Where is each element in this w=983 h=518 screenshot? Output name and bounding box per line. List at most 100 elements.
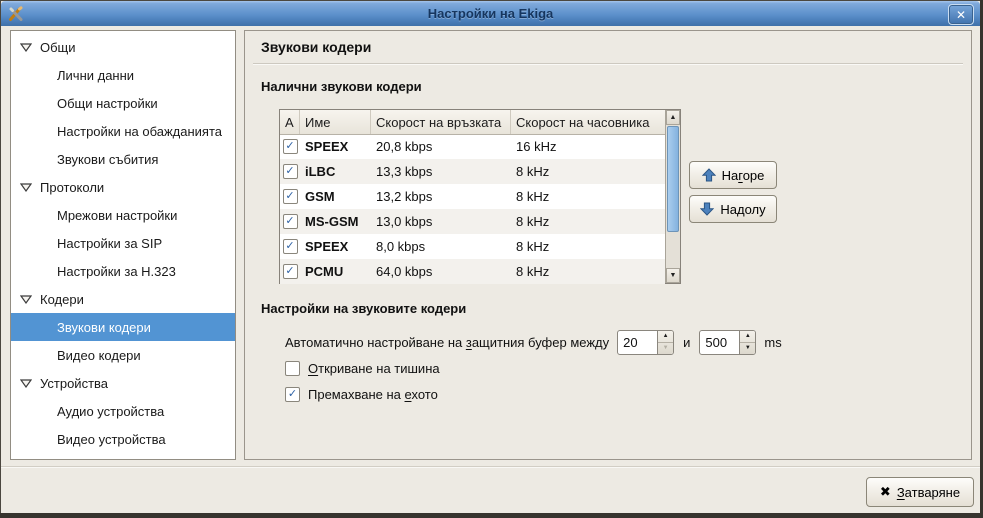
codec-row[interactable]: GSM 13,2 kbps 8 kHz (280, 184, 665, 209)
sidebar-item-call-options[interactable]: Настройки на обажданията (11, 117, 235, 145)
column-header-active[interactable]: A (280, 110, 300, 134)
sidebar-item-label: Общи (40, 40, 76, 55)
codec-row[interactable]: SPEEX 8,0 kbps 8 kHz (280, 234, 665, 259)
down-arrow-icon (700, 202, 714, 216)
sidebar-item-label: Настройки за SIP (57, 236, 162, 251)
codec-row[interactable]: iLBC 13,3 kbps 8 kHz (280, 159, 665, 184)
scrollbar-down-icon[interactable]: ▼ (666, 268, 680, 283)
codec-row[interactable]: MS-GSM 13,0 kbps 8 kHz (280, 209, 665, 234)
column-header-bitrate[interactable]: Скорост на връзката (371, 110, 511, 134)
move-up-label: Нагоре (722, 168, 765, 183)
jitter-min-input[interactable] (618, 331, 657, 354)
sidebar-item-label: Звукови събития (57, 152, 158, 167)
move-down-label: Надолу (720, 202, 765, 217)
jitter-max-spinbox[interactable]: ▲▼ (699, 330, 756, 355)
sidebar-item-devices[interactable]: Устройства (11, 369, 235, 397)
page-title: Звукови кодери (261, 39, 371, 55)
sidebar-item-label: Настройки на обажданията (57, 124, 222, 139)
jitter-max-input[interactable] (700, 331, 739, 354)
sidebar-item-general-settings[interactable]: Общи настройки (11, 89, 235, 117)
spin-down-icon[interactable]: ▼ (740, 342, 755, 354)
silence-detection-checkbox[interactable] (285, 361, 300, 376)
sidebar-item-sip-settings[interactable]: Настройки за SIP (11, 229, 235, 257)
sidebar-item-video-codecs[interactable]: Видео кодери (11, 341, 235, 369)
close-dialog-button[interactable]: ✖ Затваряне (866, 477, 974, 507)
codec-bitrate: 13,0 kbps (371, 214, 511, 229)
sidebar-item-label: Мрежови настройки (57, 208, 177, 223)
sidebar-item-audio-codecs[interactable]: Звукови кодери (11, 313, 235, 341)
sidebar-item-protocols[interactable]: Протоколи (11, 173, 235, 201)
scrollbar-thumb[interactable] (667, 126, 679, 232)
sidebar-item-label: Общи настройки (57, 96, 158, 111)
sidebar-item-h323-settings[interactable]: Настройки за H.323 (11, 257, 235, 285)
sidebar-item-video-devices[interactable]: Видео устройства (11, 425, 235, 453)
echo-cancellation-checkbox[interactable] (285, 387, 300, 402)
expander-down-icon[interactable] (20, 379, 32, 388)
sidebar-item-personal-data[interactable]: Лични данни (11, 61, 235, 89)
codec-name: iLBC (300, 164, 371, 179)
codec-name: GSM (300, 189, 371, 204)
spin-up-icon[interactable]: ▲ (658, 331, 673, 342)
codec-clock: 8 kHz (511, 189, 665, 204)
codec-bitrate: 20,8 kbps (371, 139, 511, 154)
codec-clock: 8 kHz (511, 164, 665, 179)
close-dialog-label: Затваряне (897, 485, 960, 500)
window-close-button[interactable]: ✕ (948, 4, 974, 25)
up-arrow-icon (702, 168, 716, 182)
sidebar-item-label: Видео кодери (57, 348, 141, 363)
silence-detection-option[interactable]: Откриване на тишина (285, 361, 440, 376)
sidebar-item-label: Видео устройства (57, 432, 166, 447)
codec-enabled-checkbox[interactable] (283, 264, 298, 279)
scrollbar-up-icon[interactable]: ▲ (666, 110, 680, 125)
silence-detection-label: Откриване на тишина (308, 361, 440, 376)
codec-table-header: A Име Скорост на връзката Скорост на час… (280, 110, 665, 135)
codec-enabled-checkbox[interactable] (283, 139, 298, 154)
sidebar-item-label: Кодери (40, 292, 84, 307)
expander-down-icon[interactable] (20, 183, 32, 192)
expander-down-icon[interactable] (20, 43, 32, 52)
sidebar-item-label: Настройки за H.323 (57, 264, 176, 279)
codec-name: SPEEX (300, 239, 371, 254)
codec-clock: 8 kHz (511, 264, 665, 279)
sidebar-item-codecs[interactable]: Кодери (11, 285, 235, 313)
echo-cancellation-option[interactable]: Премахване на ехото (285, 387, 438, 402)
codec-enabled-checkbox[interactable] (283, 214, 298, 229)
codec-enabled-checkbox[interactable] (283, 164, 298, 179)
unit-label: ms (764, 335, 781, 350)
jitter-buffer-label: Автоматично настройване на защитния буфе… (285, 335, 609, 350)
close-x-icon: ✖ (880, 484, 891, 500)
sidebar-item-label: Устройства (40, 376, 108, 391)
codec-row[interactable]: PCMU 64,0 kbps 8 kHz (280, 259, 665, 284)
table-scrollbar[interactable]: ▲ ▼ (665, 110, 680, 283)
echo-cancellation-label: Премахване на ехото (308, 387, 438, 402)
move-up-button[interactable]: Нагоре (689, 161, 777, 189)
expander-down-icon[interactable] (20, 295, 32, 304)
codec-row[interactable]: SPEEX 20,8 kbps 16 kHz (280, 134, 665, 159)
codec-clock: 8 kHz (511, 214, 665, 229)
sidebar-item-network-settings[interactable]: Мрежови настройки (11, 201, 235, 229)
preferences-tree: Общи Лични данни Общи настройки Настройк… (10, 30, 236, 460)
jitter-buffer-row: Автоматично настройване на защитния буфе… (285, 329, 782, 355)
column-header-clock[interactable]: Скорост на часовника (511, 110, 665, 134)
sidebar-item-general[interactable]: Общи (11, 33, 235, 61)
sidebar-item-audio-devices[interactable]: Аудио устройства (11, 397, 235, 425)
column-header-name[interactable]: Име (300, 110, 371, 134)
codec-enabled-checkbox[interactable] (283, 189, 298, 204)
audio-codecs-page: Звукови кодери Налични звукови кодери A … (244, 30, 972, 460)
spin-down-icon[interactable]: ▼ (658, 342, 673, 354)
titlebar[interactable]: Настройки на Ekiga ✕ (1, 1, 980, 26)
footer-separator (1, 466, 980, 467)
sidebar-item-label: Аудио устройства (57, 404, 164, 419)
spin-up-icon[interactable]: ▲ (740, 331, 755, 342)
preferences-window: Настройки на Ekiga ✕ Общи Лични данни Об… (0, 0, 983, 518)
codec-table: A Име Скорост на връзката Скорост на час… (279, 109, 681, 284)
sidebar-item-sound-events[interactable]: Звукови събития (11, 145, 235, 173)
codec-enabled-checkbox[interactable] (283, 239, 298, 254)
codec-name: SPEEX (300, 139, 371, 154)
jitter-min-spinbox[interactable]: ▲▼ (617, 330, 674, 355)
codec-bitrate: 13,2 kbps (371, 189, 511, 204)
conjunction-label: и (683, 335, 690, 350)
codec-settings-heading: Настройки на звуковите кодери (261, 301, 466, 316)
codec-name: MS-GSM (300, 214, 371, 229)
move-down-button[interactable]: Надолу (689, 195, 777, 223)
